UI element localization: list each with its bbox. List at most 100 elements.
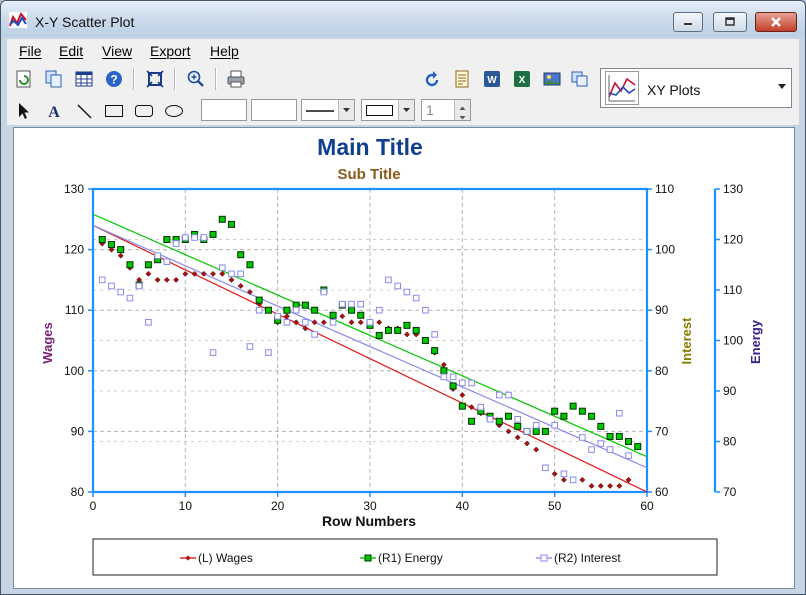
fit-tool-button[interactable] — [144, 68, 166, 90]
y-left-tick-label: 80 — [71, 485, 85, 499]
interest-point — [339, 300, 346, 308]
interest-point — [551, 422, 558, 429]
interest-point — [422, 306, 429, 314]
select-tool-button[interactable] — [13, 100, 35, 122]
interest-point — [523, 428, 531, 435]
refresh-tool-button[interactable] — [13, 68, 35, 90]
wages-point — [597, 482, 604, 489]
wages-point — [200, 270, 207, 277]
line-width-spinner[interactable]: 1 — [421, 99, 471, 121]
menu-edit[interactable]: Edit — [59, 43, 83, 59]
energy-point — [348, 306, 356, 314]
energy-point — [255, 296, 263, 304]
line-style-select[interactable] — [301, 99, 355, 121]
y-right2-tick-label: 80 — [723, 435, 737, 449]
energy-point — [458, 402, 466, 410]
interest-point — [126, 294, 134, 302]
y-right2-tick-label: 130 — [723, 182, 743, 196]
energy-point — [228, 220, 235, 228]
help-tool-button[interactable]: ? — [103, 68, 125, 90]
y-left-tick-label: 110 — [65, 303, 84, 317]
fill-color-swatch[interactable] — [201, 99, 247, 121]
image-export-button[interactable] — [541, 68, 563, 90]
interest-point — [597, 440, 605, 447]
interest-point — [616, 409, 623, 417]
interest-point — [385, 276, 392, 284]
notes-tool-button[interactable] — [451, 68, 473, 90]
wages-point — [163, 276, 170, 283]
printer-icon — [227, 70, 245, 88]
maximize-button[interactable] — [713, 12, 747, 32]
energy-point — [283, 306, 291, 314]
rounded-rect-tool-button[interactable] — [133, 100, 155, 122]
menu-file[interactable]: File — [19, 43, 42, 59]
copy-tool-button[interactable] — [43, 68, 65, 90]
interest-point — [449, 373, 457, 381]
interest-point — [302, 319, 309, 326]
line-style-dropdown-button[interactable] — [338, 100, 354, 120]
menu-export[interactable]: Export — [150, 43, 190, 59]
undo-tool-button[interactable] — [421, 68, 443, 90]
energy-point — [394, 326, 402, 334]
chevron-down-icon[interactable] — [777, 83, 787, 91]
y-right1-tick-label: 60 — [655, 485, 669, 499]
print-tool-button[interactable] — [225, 68, 247, 90]
wages-point — [173, 276, 180, 283]
border-style-preview-icon — [366, 105, 393, 116]
text-tool-button[interactable]: A — [43, 100, 65, 122]
energy-point — [597, 422, 605, 430]
word-export-button[interactable]: W — [481, 68, 503, 90]
y-left-axis-title: Wages — [40, 322, 55, 363]
energy-point — [384, 326, 392, 334]
legend-label: (R2) Interest — [554, 551, 621, 565]
ellipse-tool-button[interactable] — [163, 100, 185, 122]
svg-text:W: W — [487, 75, 497, 86]
y-left-tick-label: 100 — [64, 364, 84, 378]
line-color-swatch[interactable] — [251, 99, 297, 121]
y-right1-tick-label: 80 — [655, 364, 669, 378]
wages-point — [117, 252, 124, 259]
plot-type-select[interactable]: XY Plots — [600, 68, 792, 108]
chevron-down-icon — [403, 108, 410, 112]
title-bar[interactable]: X-Y Scatter Plot — [1, 1, 805, 37]
border-style-select[interactable] — [361, 99, 415, 121]
menu-help[interactable]: Help — [210, 43, 239, 59]
plot-type-area: XY Plots — [597, 63, 799, 125]
minimize-button[interactable] — [673, 12, 703, 32]
legend-label: (L) Wages — [198, 551, 253, 565]
energy-point — [569, 402, 577, 410]
drawing-toolbar: A 1 — [7, 95, 597, 125]
energy-point — [311, 306, 319, 314]
interest-point — [218, 264, 226, 272]
x-tick-label: 40 — [456, 499, 470, 513]
copy-pages-icon — [45, 70, 62, 88]
interest-point — [209, 349, 217, 356]
y-right1-tick-label: 110 — [655, 182, 674, 196]
zoom-tool-button[interactable] — [185, 68, 207, 90]
interest-point — [495, 391, 503, 399]
y-right1-tick-label: 100 — [655, 243, 675, 257]
interest-point — [145, 319, 152, 326]
line-tool-button[interactable] — [73, 100, 95, 122]
interest-point — [154, 252, 161, 259]
y-right2-axis-title: Energy — [748, 319, 763, 364]
border-style-dropdown-button[interactable] — [398, 100, 414, 120]
interest-point — [579, 434, 586, 441]
energy-point — [606, 432, 614, 440]
energy-point — [495, 417, 503, 425]
table-tool-button[interactable] — [73, 68, 95, 90]
wages-point — [320, 319, 327, 326]
chevron-down-icon — [459, 116, 466, 120]
spin-down-button[interactable] — [454, 110, 470, 120]
interest-point — [412, 294, 420, 302]
menu-view[interactable]: View — [102, 43, 132, 59]
interest-point — [191, 234, 198, 241]
rectangle-tool-button[interactable] — [103, 100, 125, 122]
main-toolbar: ? W X — [7, 63, 597, 95]
close-button[interactable] — [755, 12, 797, 32]
clipboard-tool-button[interactable] — [569, 68, 591, 90]
clipboard-copy-icon — [571, 71, 588, 87]
excel-export-button[interactable]: X — [511, 68, 533, 90]
energy-point — [209, 230, 217, 238]
energy-point — [615, 432, 623, 440]
